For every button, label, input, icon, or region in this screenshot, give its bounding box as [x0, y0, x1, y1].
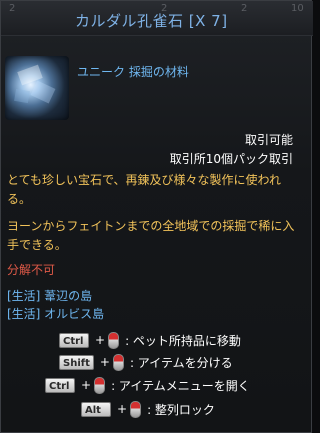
- plus-sign: +: [99, 355, 110, 369]
- gem-ore-icon: [5, 56, 69, 120]
- hint-text: : ペット所持品に移動: [125, 333, 241, 348]
- hint-text: : 整列ロック: [147, 402, 215, 417]
- background-number: 10: [291, 3, 304, 14]
- life-location: [生活] オルビス島: [7, 307, 105, 321]
- mouse-click-icon: [130, 400, 142, 418]
- item-category: ユニーク 採掘の材料: [77, 65, 189, 79]
- alt-key: Alt: [81, 401, 111, 417]
- hint-text: : アイテムメニューを開く: [111, 378, 250, 393]
- mouse-right-click-icon: [112, 353, 124, 371]
- hint-item-menu: Ctrl + : アイテムメニューを開く: [45, 376, 250, 394]
- shift-key: Shift: [59, 354, 94, 370]
- ctrl-key: Ctrl: [45, 377, 75, 393]
- hint-split-item: Shift + : アイテムを分ける: [59, 353, 233, 371]
- plus-sign: +: [95, 333, 106, 347]
- plus-sign: +: [117, 402, 128, 416]
- ctrl-key: Ctrl: [59, 332, 89, 348]
- item-description: とても珍しい宝石で、再錬及び様々な製作に使われる。 ヨーンからフェイトンまでの全…: [7, 171, 303, 263]
- dismantle-status: 分解不可: [7, 263, 56, 277]
- tooltip-header: 2 2 2 10 カルダル孔雀石 [X 7]: [1, 1, 313, 36]
- background-number: 2: [241, 3, 248, 14]
- life-location: [生活] 葦辺の島: [7, 289, 93, 303]
- description-line: とても珍しい宝石で、再錬及び様々な製作に使われる。: [7, 173, 281, 206]
- plus-sign: +: [81, 378, 92, 392]
- hint-sort-lock: Alt + : 整列ロック: [81, 400, 215, 418]
- tradable-label: 取引可能: [244, 133, 293, 147]
- mouse-right-click-icon: [94, 376, 106, 394]
- mouse-right-click-icon: [108, 331, 120, 349]
- hint-pet-move: Ctrl + : ペット所持品に移動: [59, 331, 241, 349]
- background-number: 2: [9, 3, 16, 14]
- item-tooltip: 2 2 2 10 カルダル孔雀石 [X 7] ユニーク 採掘の材料 取引可能 取…: [0, 0, 313, 433]
- hint-text: : アイテムを分ける: [129, 355, 233, 370]
- pack-trade-label: 取引所10個パック取引: [169, 152, 293, 166]
- item-title: カルダル孔雀石 [X 7]: [75, 12, 228, 30]
- description-line: ヨーンからフェイトンまでの全地域での採掘で稀に入手できる。: [7, 219, 295, 252]
